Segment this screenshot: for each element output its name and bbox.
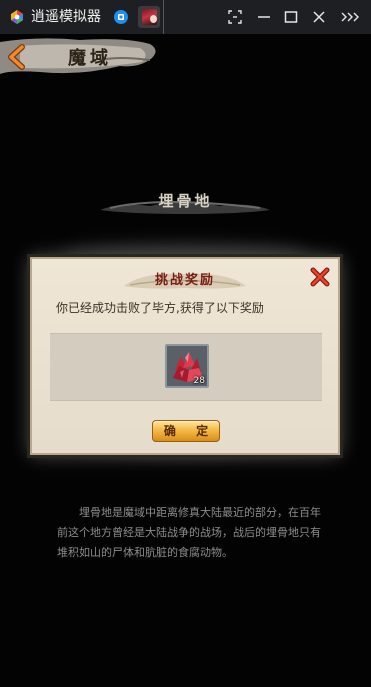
reward-item-count: 28 [193, 376, 205, 386]
close-icon [313, 11, 325, 23]
dialog-close-button[interactable] [309, 266, 331, 288]
reward-list: 28 [50, 333, 322, 401]
location-description: 埋骨地是魔域中距离修真大陆最近的部分，在百年前这个地方曾经是大陆战争的战场，战后… [57, 506, 321, 559]
reward-message: 你已经成功击败了毕方,获得了以下奖励 [56, 301, 264, 315]
reward-item-slot[interactable]: 28 [165, 344, 209, 388]
minimize-icon [258, 16, 270, 18]
home-tab-icon [114, 10, 128, 24]
more-button[interactable] [340, 8, 362, 26]
more-chevrons-icon [341, 12, 359, 22]
location-title: 埋骨地 [158, 192, 213, 210]
close-window-button[interactable] [310, 8, 328, 26]
back-arrow-icon [8, 44, 25, 70]
dialog-title: 挑战奖励 [154, 273, 215, 288]
tab-divider [163, 0, 164, 34]
emulator-titlebar: 逍遥模拟器 [0, 0, 371, 34]
app-title: 逍遥模拟器 [31, 9, 101, 25]
maximize-button[interactable] [282, 8, 300, 26]
back-button[interactable] [3, 42, 33, 72]
maximize-icon [284, 11, 298, 23]
confirm-button[interactable]: 确 定 [152, 420, 220, 442]
page-title: 魔域 [68, 48, 112, 69]
screenshot-icon [228, 10, 242, 24]
home-tab[interactable] [110, 6, 132, 28]
close-x-icon [310, 267, 330, 287]
reward-dialog: 挑战奖励 你已经成功击败了毕方,获得了以下奖励 28 确 定 [30, 257, 340, 455]
game-tab[interactable] [138, 6, 160, 28]
screenshot-button[interactable] [226, 8, 244, 26]
xiaoyao-logo-icon [11, 10, 23, 24]
game-avatar-icon [142, 9, 157, 25]
minimize-button[interactable] [255, 8, 273, 26]
